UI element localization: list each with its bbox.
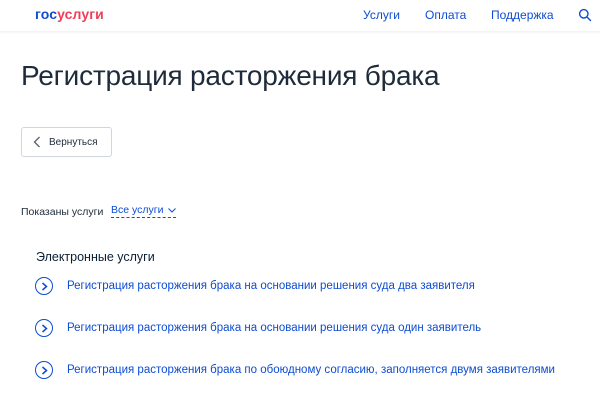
service-label: Регистрация расторжения брака на основан… bbox=[67, 280, 475, 292]
services-filter-dropdown[interactable]: Все услуги bbox=[111, 204, 177, 218]
service-link-court-one-applicant[interactable]: Регистрация расторжения брака на основан… bbox=[35, 319, 481, 337]
back-button[interactable]: Вернуться bbox=[21, 127, 112, 157]
page-title: Регистрация расторжения брака bbox=[21, 60, 440, 91]
logo-part-gos: гос bbox=[35, 6, 58, 22]
nav-payment[interactable]: Оплата bbox=[425, 8, 466, 22]
chevron-left-icon bbox=[33, 136, 40, 148]
chevron-right-circle-icon bbox=[35, 319, 53, 337]
service-label: Регистрация расторжения брака по обоюдно… bbox=[67, 364, 555, 376]
section-title-electronic-services: Электронные услуги bbox=[36, 250, 155, 264]
filter-selected-value: Все услуги bbox=[111, 204, 164, 216]
service-link-court-two-applicants[interactable]: Регистрация расторжения брака на основан… bbox=[35, 277, 475, 295]
nav-support[interactable]: Поддержка bbox=[491, 8, 554, 22]
logo-part-uslugi: услуги bbox=[57, 6, 104, 22]
service-link-mutual-consent[interactable]: Регистрация расторжения брака по обоюдно… bbox=[35, 361, 555, 379]
filter-label: Показаны услуги bbox=[21, 206, 104, 218]
header-divider bbox=[0, 31, 600, 34]
service-label: Регистрация расторжения брака на основан… bbox=[67, 322, 482, 334]
back-button-label: Вернуться bbox=[49, 136, 98, 148]
nav-services[interactable]: Услуги bbox=[363, 8, 400, 22]
gosuslugi-logo[interactable]: госуслуги bbox=[35, 6, 104, 22]
header: госуслуги Услуги Оплата Поддержка bbox=[0, 0, 600, 31]
chevron-down-icon bbox=[168, 207, 177, 213]
chevron-right-circle-icon bbox=[35, 361, 53, 379]
search-icon[interactable] bbox=[578, 8, 592, 22]
chevron-right-circle-icon bbox=[35, 277, 53, 295]
